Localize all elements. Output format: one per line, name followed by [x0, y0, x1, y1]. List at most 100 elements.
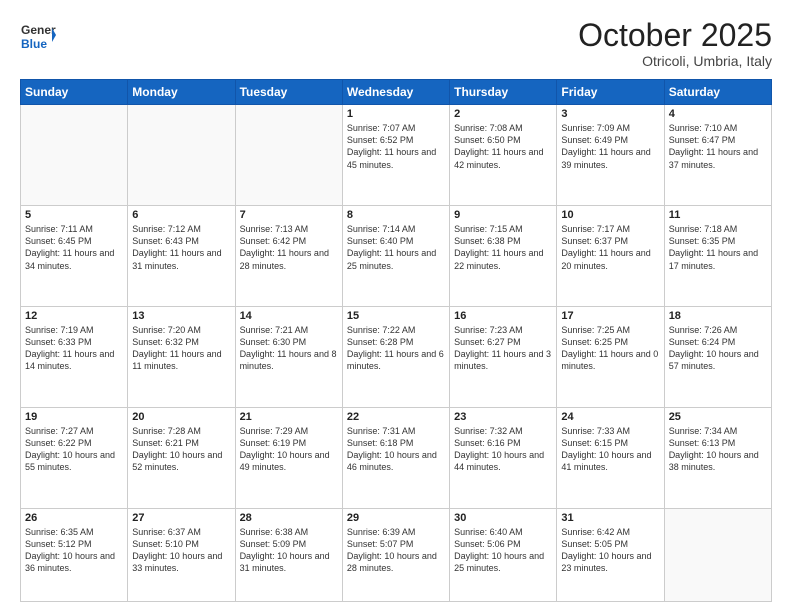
day-number: 30: [454, 512, 552, 524]
day-info: Sunrise: 6:37 AMSunset: 5:10 PMDaylight:…: [132, 527, 222, 573]
table-row: 14 Sunrise: 7:21 AMSunset: 6:30 PMDaylig…: [235, 307, 342, 408]
table-row: 16 Sunrise: 7:23 AMSunset: 6:27 PMDaylig…: [450, 307, 557, 408]
table-row: 31 Sunrise: 6:42 AMSunset: 5:05 PMDaylig…: [557, 508, 664, 601]
table-row: 30 Sunrise: 6:40 AMSunset: 5:06 PMDaylig…: [450, 508, 557, 601]
calendar-week-row: 5 Sunrise: 7:11 AMSunset: 6:45 PMDayligh…: [21, 206, 772, 307]
day-number: 18: [669, 310, 767, 322]
day-info: Sunrise: 7:33 AMSunset: 6:15 PMDaylight:…: [561, 426, 651, 472]
table-row: 6 Sunrise: 7:12 AMSunset: 6:43 PMDayligh…: [128, 206, 235, 307]
day-number: 21: [240, 411, 338, 423]
day-info: Sunrise: 7:20 AMSunset: 6:32 PMDaylight:…: [132, 325, 221, 371]
col-sunday: Sunday: [21, 80, 128, 105]
table-row: [128, 105, 235, 206]
day-info: Sunrise: 7:10 AMSunset: 6:47 PMDaylight:…: [669, 123, 758, 169]
table-row: 1 Sunrise: 7:07 AMSunset: 6:52 PMDayligh…: [342, 105, 449, 206]
table-row: 4 Sunrise: 7:10 AMSunset: 6:47 PMDayligh…: [664, 105, 771, 206]
day-number: 17: [561, 310, 659, 322]
header: General Blue October 2025 Otricoli, Umbr…: [20, 18, 772, 69]
day-number: 27: [132, 512, 230, 524]
day-number: 1: [347, 108, 445, 120]
col-saturday: Saturday: [664, 80, 771, 105]
table-row: 8 Sunrise: 7:14 AMSunset: 6:40 PMDayligh…: [342, 206, 449, 307]
table-row: 26 Sunrise: 6:35 AMSunset: 5:12 PMDaylig…: [21, 508, 128, 601]
day-number: 7: [240, 209, 338, 221]
table-row: [235, 105, 342, 206]
day-number: 14: [240, 310, 338, 322]
day-info: Sunrise: 7:14 AMSunset: 6:40 PMDaylight:…: [347, 224, 436, 270]
day-number: 13: [132, 310, 230, 322]
day-info: Sunrise: 7:21 AMSunset: 6:30 PMDaylight:…: [240, 325, 337, 371]
day-number: 25: [669, 411, 767, 423]
day-number: 29: [347, 512, 445, 524]
day-info: Sunrise: 7:19 AMSunset: 6:33 PMDaylight:…: [25, 325, 114, 371]
day-info: Sunrise: 7:09 AMSunset: 6:49 PMDaylight:…: [561, 123, 650, 169]
day-info: Sunrise: 7:07 AMSunset: 6:52 PMDaylight:…: [347, 123, 436, 169]
title-block: October 2025 Otricoli, Umbria, Italy: [578, 18, 772, 69]
col-wednesday: Wednesday: [342, 80, 449, 105]
table-row: 9 Sunrise: 7:15 AMSunset: 6:38 PMDayligh…: [450, 206, 557, 307]
day-number: 10: [561, 209, 659, 221]
calendar-table: Sunday Monday Tuesday Wednesday Thursday…: [20, 79, 772, 602]
day-info: Sunrise: 7:23 AMSunset: 6:27 PMDaylight:…: [454, 325, 551, 371]
table-row: 10 Sunrise: 7:17 AMSunset: 6:37 PMDaylig…: [557, 206, 664, 307]
day-number: 2: [454, 108, 552, 120]
day-info: Sunrise: 6:40 AMSunset: 5:06 PMDaylight:…: [454, 527, 544, 573]
day-number: 8: [347, 209, 445, 221]
day-number: 31: [561, 512, 659, 524]
day-info: Sunrise: 7:29 AMSunset: 6:19 PMDaylight:…: [240, 426, 330, 472]
table-row: 12 Sunrise: 7:19 AMSunset: 6:33 PMDaylig…: [21, 307, 128, 408]
day-info: Sunrise: 7:32 AMSunset: 6:16 PMDaylight:…: [454, 426, 544, 472]
svg-text:General: General: [21, 23, 56, 37]
day-info: Sunrise: 7:27 AMSunset: 6:22 PMDaylight:…: [25, 426, 115, 472]
calendar-header-row: Sunday Monday Tuesday Wednesday Thursday…: [21, 80, 772, 105]
day-number: 11: [669, 209, 767, 221]
table-row: 21 Sunrise: 7:29 AMSunset: 6:19 PMDaylig…: [235, 407, 342, 508]
day-info: Sunrise: 7:26 AMSunset: 6:24 PMDaylight:…: [669, 325, 759, 371]
table-row: 17 Sunrise: 7:25 AMSunset: 6:25 PMDaylig…: [557, 307, 664, 408]
day-number: 23: [454, 411, 552, 423]
calendar-week-row: 26 Sunrise: 6:35 AMSunset: 5:12 PMDaylig…: [21, 508, 772, 601]
day-number: 6: [132, 209, 230, 221]
table-row: 20 Sunrise: 7:28 AMSunset: 6:21 PMDaylig…: [128, 407, 235, 508]
day-number: 5: [25, 209, 123, 221]
day-number: 16: [454, 310, 552, 322]
month-title: October 2025: [578, 18, 772, 53]
day-number: 26: [25, 512, 123, 524]
table-row: 29 Sunrise: 6:39 AMSunset: 5:07 PMDaylig…: [342, 508, 449, 601]
day-info: Sunrise: 7:15 AMSunset: 6:38 PMDaylight:…: [454, 224, 543, 270]
table-row: 3 Sunrise: 7:09 AMSunset: 6:49 PMDayligh…: [557, 105, 664, 206]
day-number: 19: [25, 411, 123, 423]
day-info: Sunrise: 6:42 AMSunset: 5:05 PMDaylight:…: [561, 527, 651, 573]
logo-bird-icon: General Blue: [20, 18, 56, 54]
day-info: Sunrise: 7:11 AMSunset: 6:45 PMDaylight:…: [25, 224, 114, 270]
day-info: Sunrise: 6:38 AMSunset: 5:09 PMDaylight:…: [240, 527, 330, 573]
day-info: Sunrise: 7:34 AMSunset: 6:13 PMDaylight:…: [669, 426, 759, 472]
calendar-week-row: 19 Sunrise: 7:27 AMSunset: 6:22 PMDaylig…: [21, 407, 772, 508]
table-row: 23 Sunrise: 7:32 AMSunset: 6:16 PMDaylig…: [450, 407, 557, 508]
table-row: 13 Sunrise: 7:20 AMSunset: 6:32 PMDaylig…: [128, 307, 235, 408]
table-row: [664, 508, 771, 601]
table-row: [21, 105, 128, 206]
table-row: 11 Sunrise: 7:18 AMSunset: 6:35 PMDaylig…: [664, 206, 771, 307]
calendar-week-row: 12 Sunrise: 7:19 AMSunset: 6:33 PMDaylig…: [21, 307, 772, 408]
day-number: 22: [347, 411, 445, 423]
col-monday: Monday: [128, 80, 235, 105]
day-number: 28: [240, 512, 338, 524]
logo: General Blue: [20, 18, 56, 54]
table-row: 28 Sunrise: 6:38 AMSunset: 5:09 PMDaylig…: [235, 508, 342, 601]
day-info: Sunrise: 7:28 AMSunset: 6:21 PMDaylight:…: [132, 426, 222, 472]
table-row: 15 Sunrise: 7:22 AMSunset: 6:28 PMDaylig…: [342, 307, 449, 408]
day-number: 12: [25, 310, 123, 322]
col-friday: Friday: [557, 80, 664, 105]
day-number: 3: [561, 108, 659, 120]
day-info: Sunrise: 7:22 AMSunset: 6:28 PMDaylight:…: [347, 325, 444, 371]
day-info: Sunrise: 7:08 AMSunset: 6:50 PMDaylight:…: [454, 123, 543, 169]
day-info: Sunrise: 7:12 AMSunset: 6:43 PMDaylight:…: [132, 224, 221, 270]
day-info: Sunrise: 6:35 AMSunset: 5:12 PMDaylight:…: [25, 527, 115, 573]
table-row: 5 Sunrise: 7:11 AMSunset: 6:45 PMDayligh…: [21, 206, 128, 307]
day-number: 24: [561, 411, 659, 423]
day-info: Sunrise: 7:18 AMSunset: 6:35 PMDaylight:…: [669, 224, 758, 270]
table-row: 19 Sunrise: 7:27 AMSunset: 6:22 PMDaylig…: [21, 407, 128, 508]
day-number: 4: [669, 108, 767, 120]
page: General Blue October 2025 Otricoli, Umbr…: [0, 0, 792, 612]
